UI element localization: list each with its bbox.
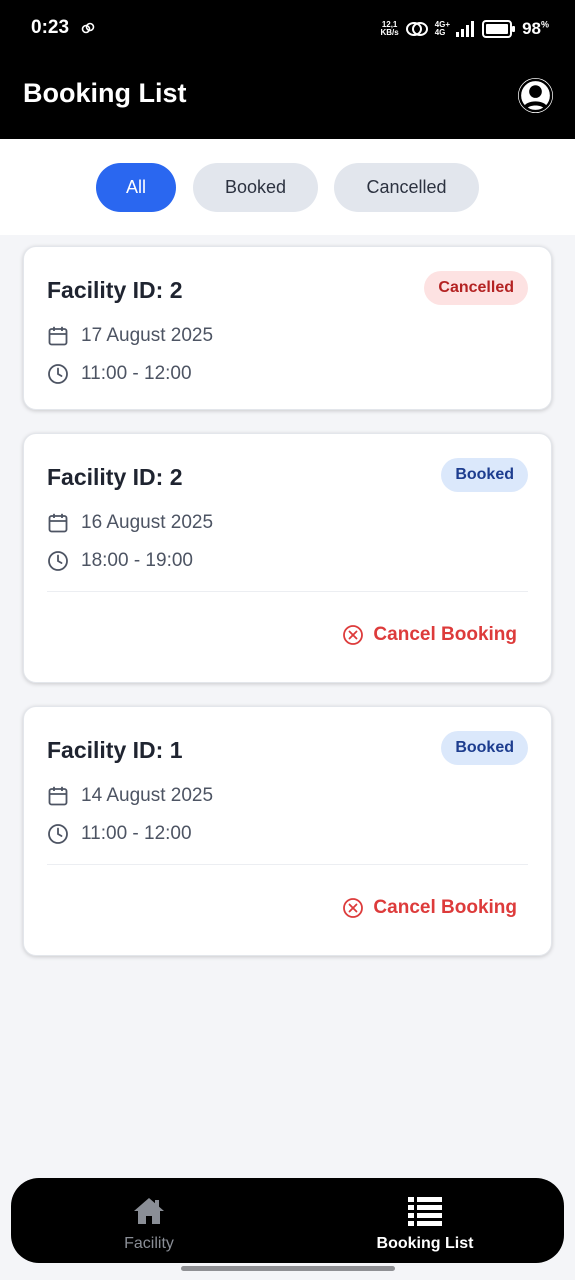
cancel-circle-icon (343, 625, 364, 645)
filter-cancelled-chip[interactable]: Cancelled (334, 163, 479, 212)
status-bar: 0:23 12,1 KB/s 4G+ 4G 98% (0, 0, 575, 58)
account-circle-icon[interactable] (517, 77, 554, 114)
battery-icon (482, 20, 516, 38)
booking-date: 17 August 2025 (81, 325, 214, 346)
status-badge: Booked (441, 731, 528, 765)
cancel-booking-button[interactable]: Cancel Booking (342, 622, 517, 648)
network-speed: 12,1 KB/s (380, 21, 398, 37)
booking-date-row: 17 August 2025 (47, 324, 213, 348)
battery-unit: % (540, 19, 549, 30)
clock-icon (48, 551, 68, 571)
booking-date: 14 August 2025 (81, 785, 214, 806)
card-divider (47, 864, 528, 865)
booking-date-row: 16 August 2025 (47, 511, 213, 535)
cancel-circle-icon (343, 898, 364, 918)
booking-facility-title: Facility ID: 2 (47, 464, 183, 490)
booking-date-row: 14 August 2025 (47, 784, 213, 808)
page-title: Booking List (23, 78, 187, 108)
booking-time-row: 18:00 - 19:00 (47, 549, 193, 573)
home-icon (134, 1198, 164, 1224)
top-bar: 0:23 12,1 KB/s 4G+ 4G 98% Booking List (0, 0, 575, 139)
battery-level: 98% (522, 19, 549, 39)
status-badge: Booked (441, 458, 528, 492)
status-time: 0:23 (31, 17, 70, 38)
link-icon (81, 22, 95, 34)
status-right-group: 12,1 KB/s 4G+ 4G 98% (380, 16, 549, 42)
calendar-icon (48, 786, 68, 806)
list-icon (408, 1197, 442, 1226)
booking-time: 18:00 - 19:00 (81, 550, 193, 571)
status-badge: Cancelled (424, 271, 528, 305)
booking-time-row: 11:00 - 12:00 (47, 822, 192, 846)
filter-all-chip[interactable]: All (96, 163, 176, 212)
status-filter-bar: All Booked Cancelled (0, 139, 575, 235)
card-divider (47, 591, 528, 592)
nav-item-booking-list[interactable]: Booking List (287, 1178, 563, 1263)
signal-icon (456, 21, 475, 37)
cancel-booking-label: Cancel Booking (373, 897, 517, 918)
booking-date: 16 August 2025 (81, 512, 214, 533)
home-indicator[interactable] (181, 1266, 395, 1271)
cancel-booking-label: Cancel Booking (373, 624, 517, 645)
network-type-bottom: 4G (434, 28, 446, 37)
nav-label-facility: Facility (124, 1235, 174, 1252)
filter-booked-chip[interactable]: Booked (193, 163, 318, 212)
booking-card: Facility ID: 2 Cancelled 17 August 2025 … (23, 246, 552, 410)
booking-facility-title: Facility ID: 1 (47, 737, 183, 763)
nav-item-facility[interactable]: Facility (11, 1178, 287, 1263)
clock-icon (48, 824, 68, 844)
booking-card: Facility ID: 2 Booked 16 August 2025 18:… (23, 433, 552, 683)
hotspot-icon (405, 22, 428, 36)
bottom-navigation: Facility Booking List (11, 1178, 564, 1263)
speed-unit: KB/s (380, 28, 399, 37)
booking-time: 11:00 - 12:00 (81, 363, 192, 384)
clock-icon (48, 364, 68, 384)
booking-time: 11:00 - 12:00 (81, 823, 192, 844)
network-type: 4G+ 4G (435, 21, 450, 37)
booking-facility-title: Facility ID: 2 (47, 277, 183, 303)
booking-time-row: 11:00 - 12:00 (47, 362, 192, 386)
cancel-booking-button[interactable]: Cancel Booking (342, 895, 517, 921)
booking-card: Facility ID: 1 Booked 14 August 2025 11:… (23, 706, 552, 956)
calendar-icon (48, 513, 68, 533)
battery-value: 98 (522, 19, 541, 38)
calendar-icon (48, 326, 68, 346)
nav-label-booking-list: Booking List (376, 1235, 474, 1252)
